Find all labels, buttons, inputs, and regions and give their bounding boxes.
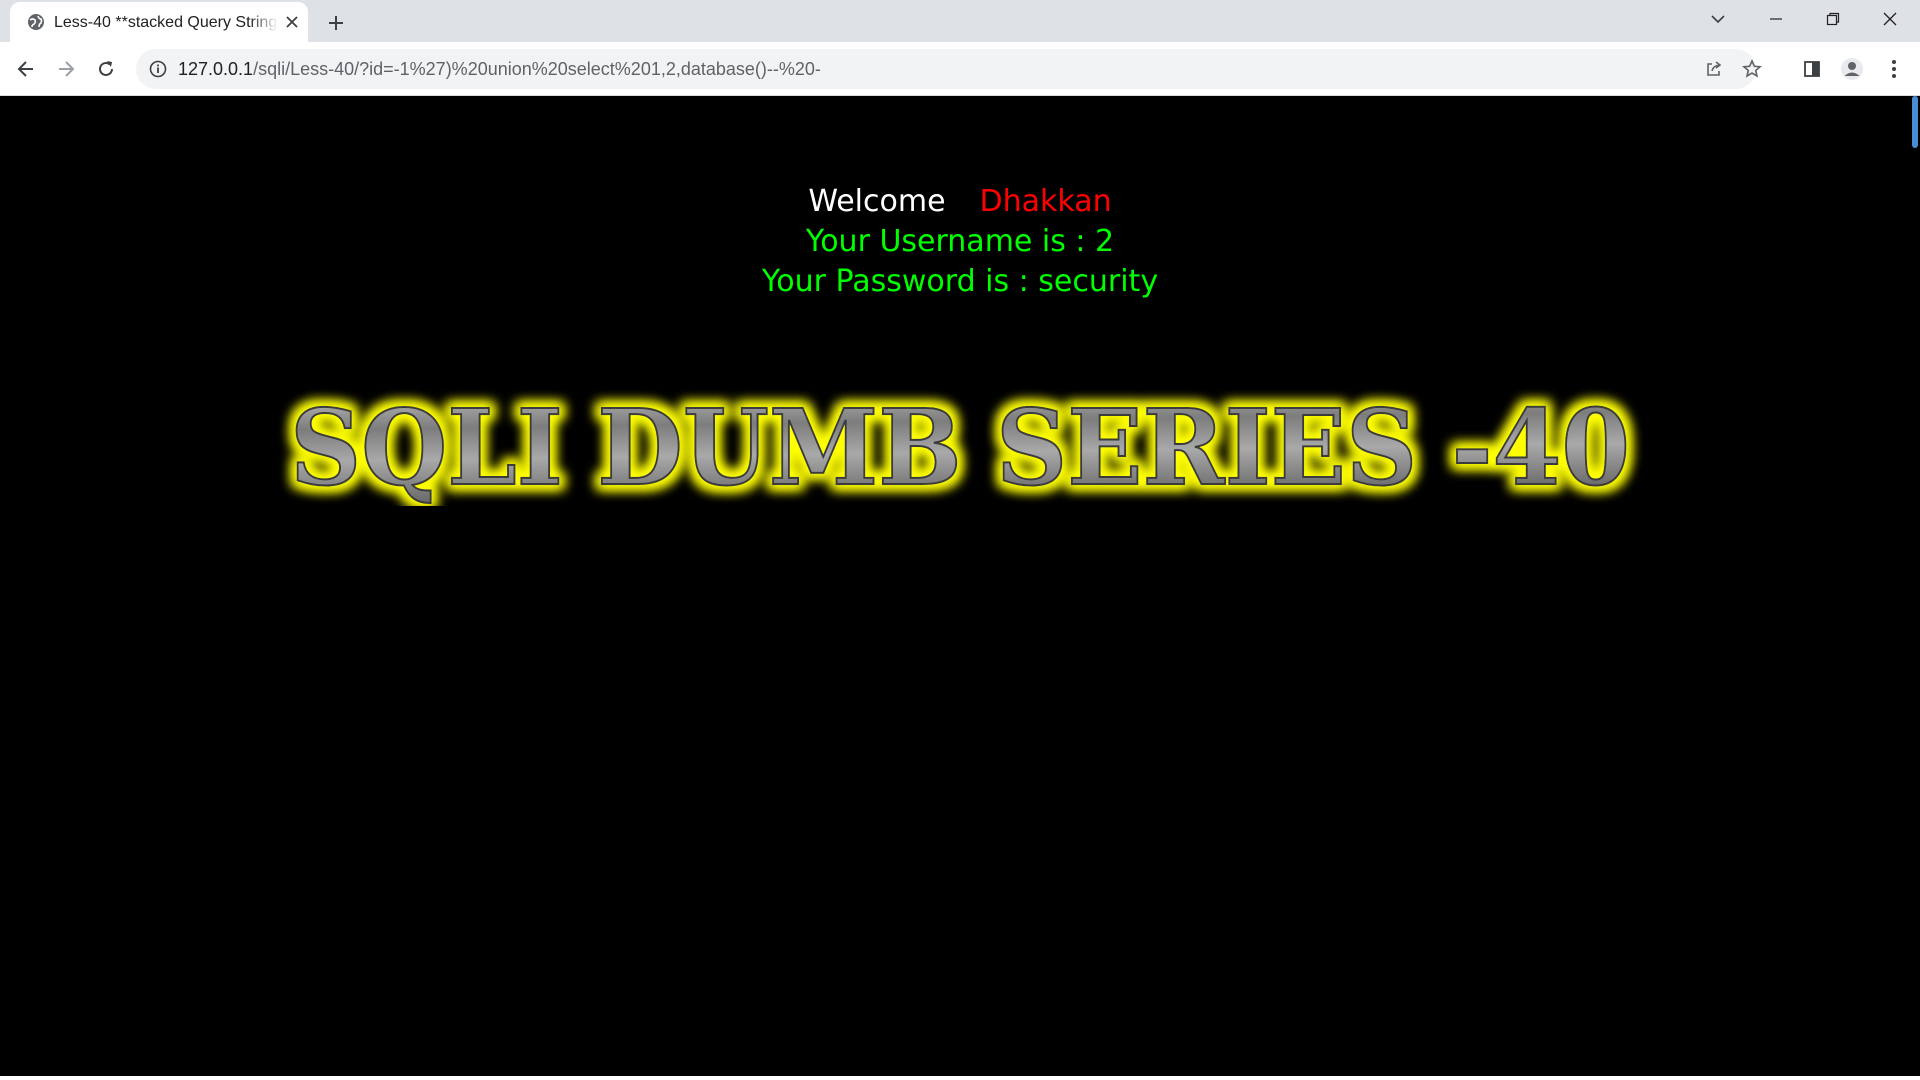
scrollbar[interactable] (1906, 96, 1920, 1080)
kebab-menu-icon (1892, 60, 1896, 78)
plus-icon (329, 16, 343, 30)
welcome-text: Welcome (808, 184, 946, 219)
star-icon[interactable] (1740, 57, 1764, 81)
browser-chrome: Less-40 **stacked Query String type Blin… (0, 0, 1920, 96)
restore-button[interactable] (1805, 0, 1861, 38)
restore-icon (1826, 12, 1840, 26)
page-viewport: Welcome Dhakkan Your Username is : 2 Your… (0, 96, 1920, 1080)
toolbar: 127.0.0.1/sqli/Less-40/?id=-1%27)%20unio… (0, 42, 1920, 96)
window-bottom-edge (0, 1076, 1920, 1080)
chevron-down-icon (1711, 15, 1725, 24)
info-icon[interactable] (148, 59, 168, 79)
close-icon (1883, 12, 1897, 26)
window-close-button[interactable] (1862, 0, 1918, 38)
globe-icon (26, 12, 46, 32)
welcome-name: Dhakkan (979, 184, 1112, 219)
page-content: Welcome Dhakkan Your Username is : 2 Your… (0, 96, 1906, 1080)
tab-search-button[interactable] (1690, 0, 1746, 38)
password-result: Your Password is : security (761, 264, 1159, 299)
scrollbar-thumb[interactable] (1912, 96, 1918, 148)
side-panel-button[interactable] (1796, 53, 1828, 85)
reload-icon (99, 61, 113, 76)
url-text[interactable]: 127.0.0.1/sqli/Less-40/?id=-1%27)%20unio… (178, 59, 821, 79)
menu-button[interactable] (1878, 53, 1910, 85)
avatar-icon (1841, 58, 1863, 80)
minimize-icon (1770, 18, 1782, 20)
tab-strip: Less-40 **stacked Query String type Blin… (0, 0, 1920, 42)
minimize-button[interactable] (1748, 0, 1804, 38)
tab-title: Less-40 **stacked Query String type Blin… (54, 13, 278, 33)
url-host: 127.0.0.1 (178, 59, 254, 79)
username-result: Your Username is : 2 (805, 224, 1115, 259)
profile-button[interactable] (1836, 53, 1868, 85)
side-panel-icon (1804, 61, 1820, 77)
tab-active[interactable]: Less-40 **stacked Query String type Blin… (10, 2, 308, 42)
share-icon[interactable] (1702, 57, 1726, 81)
url-path: /sqli/Less-40/?id=-1%27)%20union%20selec… (253, 59, 821, 79)
back-button[interactable] (8, 51, 44, 87)
new-tab-button[interactable] (322, 9, 350, 37)
welcome-line: Welcome Dhakkan (0, 182, 1920, 222)
tab-close-icon[interactable] (282, 12, 302, 32)
banner-text: SQLI DUMB SERIES -40 (290, 386, 1630, 506)
arrow-right-icon (59, 61, 75, 77)
forward-button[interactable] (48, 51, 84, 87)
reload-button[interactable] (88, 51, 124, 87)
address-bar[interactable]: 127.0.0.1/sqli/Less-40/?id=-1%27)%20unio… (136, 49, 1762, 89)
banner-title-image: SQLI DUMB SERIES -40 (289, 385, 1631, 506)
arrow-left-icon (17, 61, 33, 77)
